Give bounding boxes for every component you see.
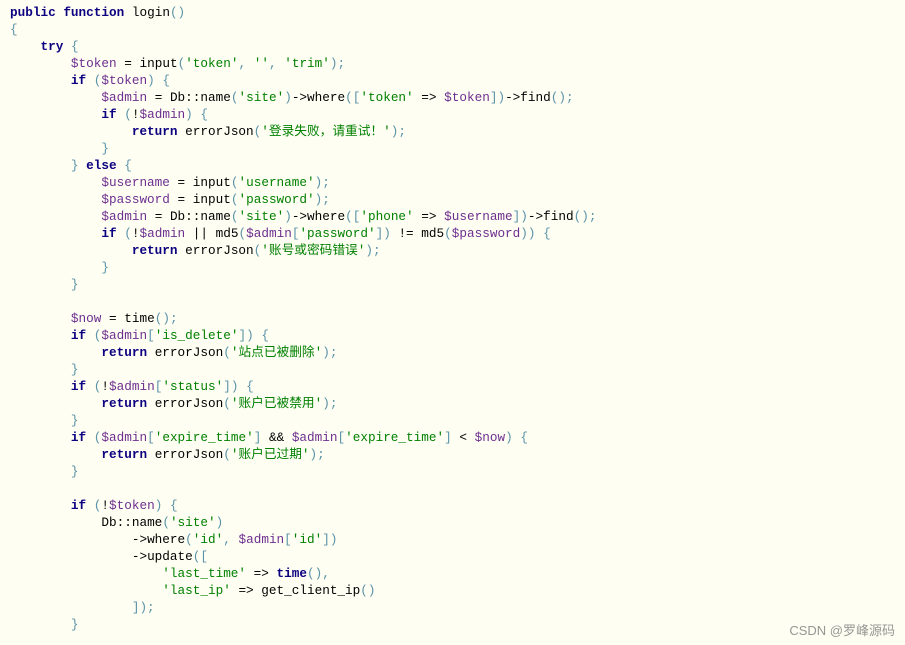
kw-public: public [10, 5, 56, 20]
code-block: public function login() { try { $token =… [0, 0, 905, 633]
kw-function: function [63, 5, 124, 20]
var-token: $token [71, 56, 117, 71]
fn-login: login [132, 5, 170, 20]
kw-try: try [40, 39, 63, 54]
